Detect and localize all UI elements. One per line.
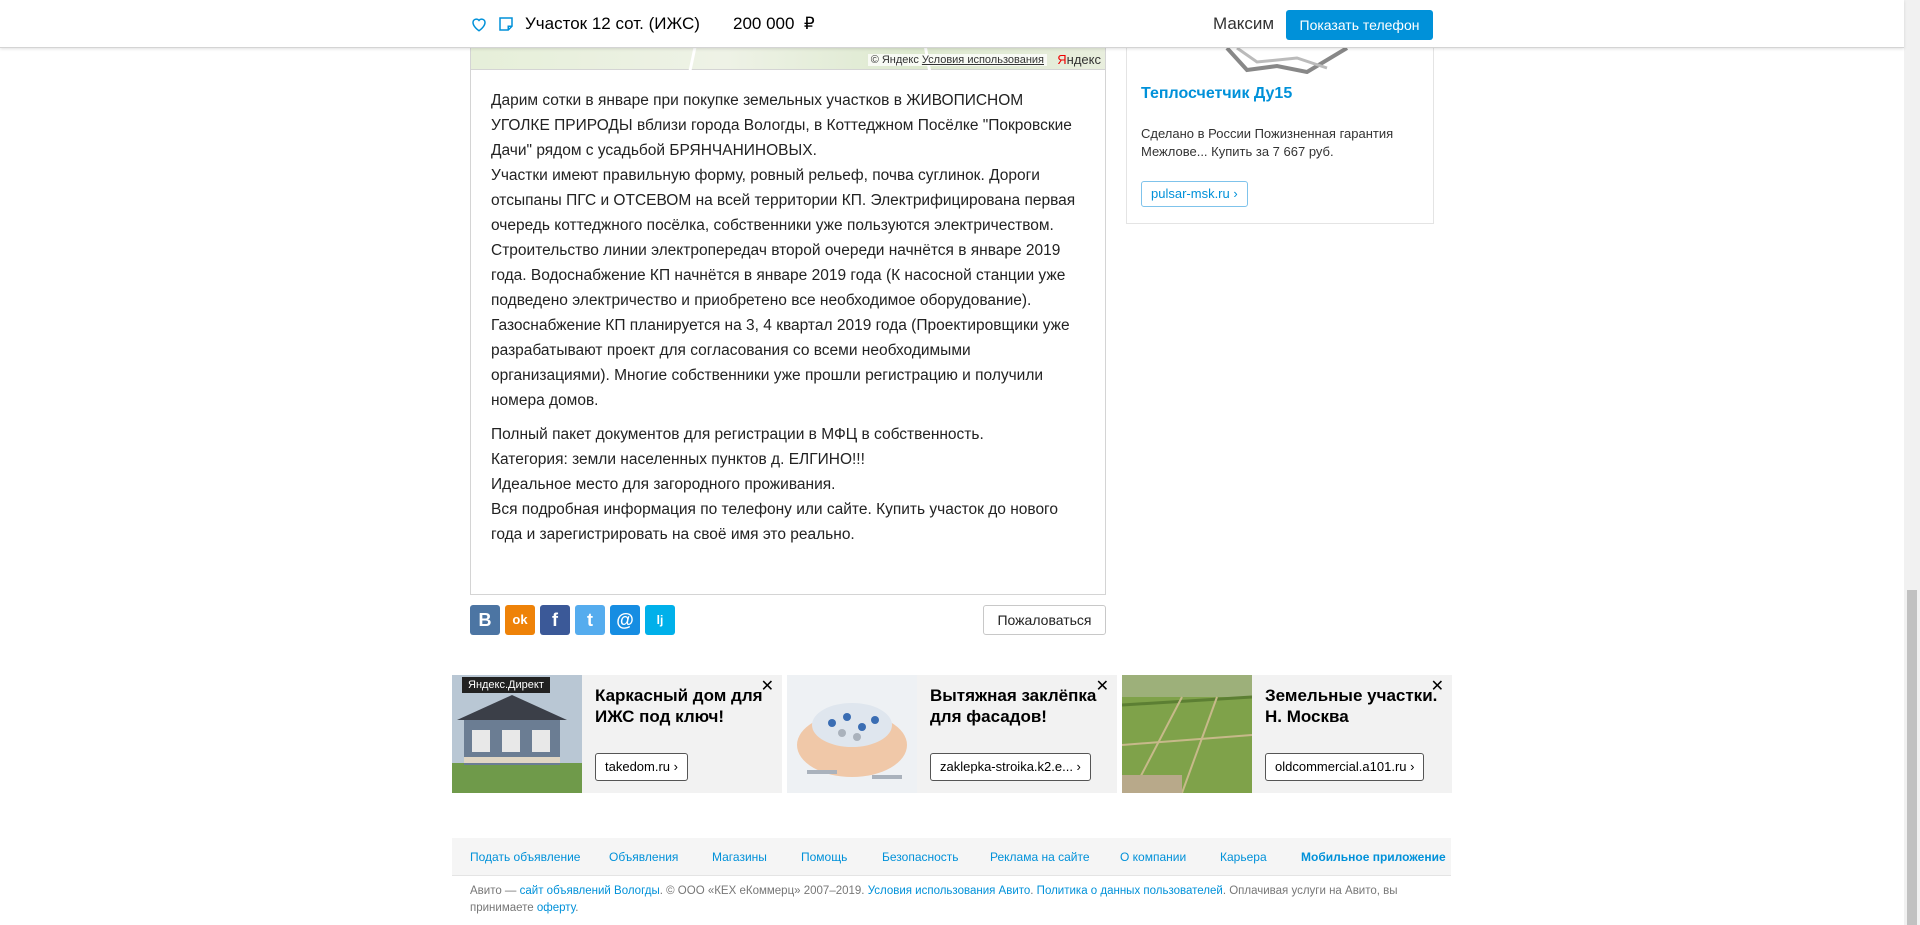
complain-button[interactable]: Пожаловаться bbox=[983, 605, 1106, 635]
ad-domain-button[interactable]: oldcommercial.a101.ru › bbox=[1265, 753, 1425, 781]
footer-link-help[interactable]: Помощь bbox=[801, 850, 847, 864]
footer-link-careers[interactable]: Карьера bbox=[1220, 850, 1267, 864]
footer-link-advertising[interactable]: Реклама на сайте bbox=[990, 850, 1090, 864]
footer-link-post-ad[interactable]: Подать объявление bbox=[470, 850, 580, 864]
footer-text: . bbox=[575, 902, 579, 914]
ad-headline[interactable]: Земельные участки. Н. Москва bbox=[1265, 685, 1445, 727]
yandex-logo: Яндекс bbox=[1057, 52, 1101, 67]
land-plots-image bbox=[1122, 675, 1252, 793]
currency-sign: ₽ bbox=[803, 14, 815, 33]
twitter-share-icon[interactable]: t bbox=[575, 605, 605, 635]
note-icon[interactable] bbox=[497, 15, 515, 33]
ad-card[interactable]: Земельные участки. Н. Москва ✕ oldcommer… bbox=[1122, 675, 1452, 793]
yandex-logo-rest: ндекс bbox=[1066, 52, 1101, 67]
price-value: 200 000 bbox=[733, 14, 795, 33]
sidebar-ad[interactable]: Теплосчетчик Ду15 Сделано в России Пожиз… bbox=[1126, 48, 1434, 224]
heart-icon[interactable] bbox=[470, 15, 488, 33]
listing-price: 200 000 ₽ bbox=[733, 14, 815, 34]
footer-text: Авито — bbox=[470, 885, 520, 897]
map-copyright: © Яндекс Условия использования bbox=[867, 54, 1047, 66]
mail-share-icon[interactable]: @ bbox=[610, 605, 640, 635]
footer-link-listings[interactable]: Объявления bbox=[609, 850, 678, 864]
ad-headline[interactable]: Вытяжная заклёпка для фасадов! bbox=[930, 685, 1110, 727]
ok-share-icon[interactable]: ok bbox=[505, 605, 535, 635]
sidebar-ad-text: Сделано в России Пожизненная гарантия Ме… bbox=[1141, 126, 1394, 159]
footer-link-security[interactable]: Безопасность bbox=[882, 850, 959, 864]
footer-link-terms[interactable]: Условия использования Авито bbox=[868, 885, 1031, 897]
rivets-image bbox=[787, 675, 917, 793]
livejournal-share-icon[interactable]: lj bbox=[645, 605, 675, 635]
ad-card[interactable]: Яндекс.Директ Каркасный дом для ИЖС под … bbox=[452, 675, 782, 793]
footer-nav: Подать объявление Объявления Магазины По… bbox=[452, 838, 1451, 876]
footer-text: . © ООО «КЕХ еКоммерц» 2007–2019. bbox=[659, 885, 868, 897]
ad-headline[interactable]: Каркасный дом для ИЖС под ключ! bbox=[595, 685, 775, 727]
footer-link-privacy[interactable]: Политика о данных пользователей bbox=[1037, 885, 1223, 897]
product-image bbox=[1225, 48, 1349, 74]
sticky-header: Участок 12 сот. (ИЖС) 200 000 ₽ Максим П… bbox=[0, 0, 1904, 48]
yandex-direct-badge: Яндекс.Директ bbox=[462, 677, 550, 693]
yandex-logo-letter: Я bbox=[1057, 52, 1067, 67]
close-icon[interactable]: ✕ bbox=[1096, 676, 1109, 696]
sidebar-ad-title[interactable]: Теплосчетчик Ду15 bbox=[1141, 85, 1292, 103]
footer-link-shops[interactable]: Магазины bbox=[712, 850, 767, 864]
footer-link-offer[interactable]: оферту bbox=[537, 902, 575, 914]
footer-legal-text: Авито — сайт объявлений Вологды. © ООО «… bbox=[470, 883, 1430, 917]
vk-share-icon[interactable]: B bbox=[470, 605, 500, 635]
scrollbar-thumb[interactable] bbox=[1907, 590, 1917, 925]
footer-link-site[interactable]: сайт объявлений Вологды bbox=[520, 885, 660, 897]
sidebar-ad-domain-button[interactable]: pulsar-msk.ru › bbox=[1141, 181, 1248, 207]
footer-link-mobile-app[interactable]: Мобильное приложение bbox=[1301, 850, 1446, 864]
ad-domain-button[interactable]: takedom.ru › bbox=[595, 753, 688, 781]
map-terms-link[interactable]: Условия использования bbox=[922, 54, 1044, 66]
facebook-share-icon[interactable]: f bbox=[540, 605, 570, 635]
map-road bbox=[688, 48, 697, 70]
footer-link-about[interactable]: О компании bbox=[1120, 850, 1186, 864]
close-icon[interactable]: ✕ bbox=[1431, 676, 1444, 696]
show-phone-button[interactable]: Показать телефон bbox=[1286, 10, 1433, 40]
close-icon[interactable]: ✕ bbox=[761, 676, 774, 696]
map[interactable]: © Яндекс Условия использования Яндекс bbox=[470, 48, 1106, 70]
description-paragraph: Дарим сотки в январе при покупке земельн… bbox=[491, 92, 1076, 409]
description-paragraph: Полный пакет документов для регистрации … bbox=[491, 426, 1058, 543]
seller-name[interactable]: Максим bbox=[1213, 14, 1274, 34]
ad-domain-button[interactable]: zaklepka-stroika.k2.e... › bbox=[930, 753, 1091, 781]
listing-description: Дарим сотки в январе при покупке земельн… bbox=[470, 70, 1106, 595]
map-copyright-text: © Яндекс bbox=[870, 54, 919, 66]
listing-title: Участок 12 сот. (ИЖС) bbox=[525, 14, 700, 33]
ad-card[interactable]: Вытяжная заклёпка для фасадов! ✕ zaklepk… bbox=[787, 675, 1117, 793]
